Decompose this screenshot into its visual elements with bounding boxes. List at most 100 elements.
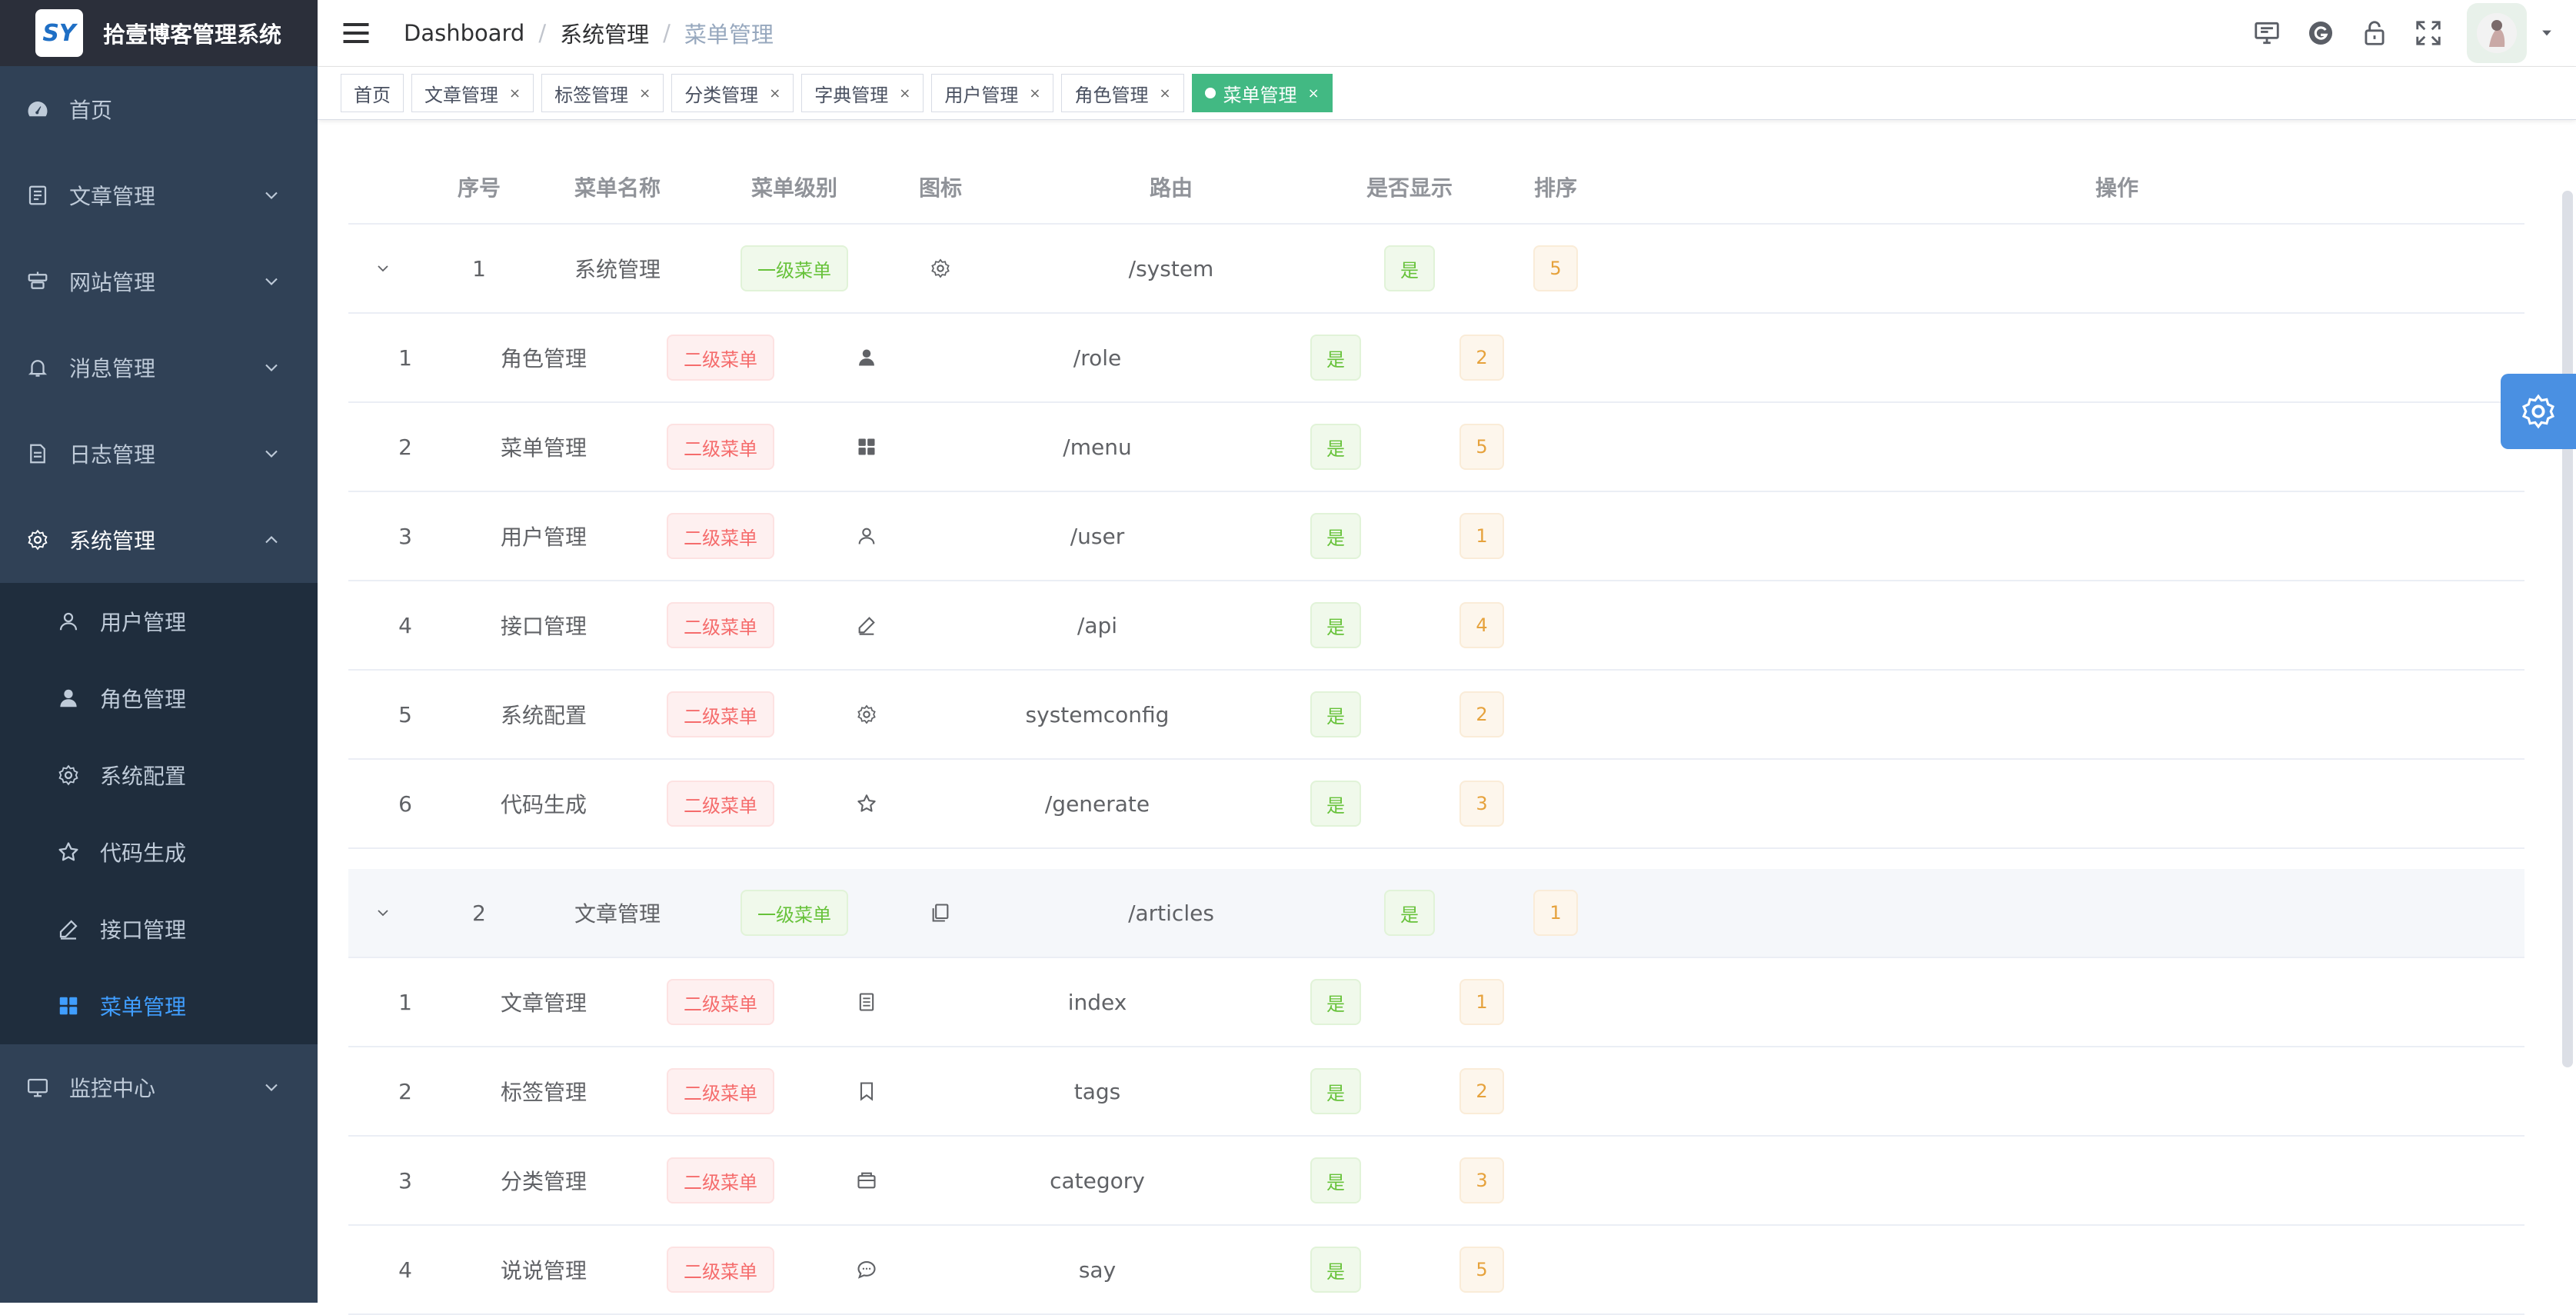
fullscreen-icon[interactable]: [2411, 16, 2445, 50]
table-row-parent[interactable]: 2 文章管理 一级菜单/articles 是 1: [348, 869, 2524, 958]
website-icon: [25, 268, 51, 295]
route: systemconfig: [1025, 701, 1170, 727]
sidebar-item-articles[interactable]: 文章管理: [0, 152, 318, 238]
tag-tags[interactable]: 标签管理 ×: [541, 74, 664, 112]
menu-table: 序号 菜单名称 菜单级别 图标 路由 是否显示 排序 操作 1 系统管理 一级菜单 /…: [348, 151, 2524, 1315]
breadcrumb-item[interactable]: Dashboard: [404, 20, 524, 46]
star-icon: [857, 794, 876, 812]
table-row[interactable]: 3 用户管理 二级菜单/user 是 1: [348, 492, 2524, 581]
tag-roles[interactable]: 角色管理 ×: [1061, 74, 1184, 112]
expand-toggle[interactable]: [364, 225, 402, 312]
sort-cell: 4: [1428, 581, 1536, 669]
sidebar-item-label: 监控中心: [69, 1076, 156, 1101]
table-row[interactable]: 5 系统配置 二级菜单 systemconfig 是 2: [348, 671, 2524, 760]
sidebar: SY 拾壹博客管理系统 首页 文章管理 网站管理 消息管理 日志管理 系统管理 …: [0, 0, 318, 1303]
lock-icon[interactable]: [2358, 16, 2391, 50]
column-header: 序号: [457, 175, 501, 201]
sidebar-item-website[interactable]: 网站管理: [0, 238, 318, 325]
level-badge: 二级菜单: [667, 1068, 774, 1114]
sidebar-item-home[interactable]: 首页: [0, 66, 318, 152]
show-cell: 是: [1259, 958, 1413, 1046]
level-badge: 二级菜单: [667, 1247, 774, 1293]
breadcrumb-current: 菜单管理: [684, 22, 774, 48]
sidebar-item-messages[interactable]: 消息管理: [0, 325, 318, 411]
sidebar-item-label: 系统管理: [69, 528, 156, 554]
scrollbar[interactable]: [2562, 191, 2573, 1067]
logo-icon: SY: [35, 9, 83, 57]
sidebar-item-logs[interactable]: 日志管理: [0, 411, 318, 497]
row-index: 4: [398, 1257, 412, 1283]
table-row-parent[interactable]: 1 系统管理 一级菜单/system 是 5: [348, 225, 2524, 314]
sidebar-item-label: 代码生成: [100, 841, 187, 866]
sidebar-item-label: 接口管理: [100, 917, 187, 943]
table-row[interactable]: 4 接口管理 二级菜单/api 是 4: [348, 581, 2524, 671]
github-icon[interactable]: [2304, 16, 2338, 50]
table-row[interactable]: 1 文章管理 二级菜单 index 是 1: [348, 958, 2524, 1047]
sidebar-item-config[interactable]: 系统配置: [0, 737, 318, 814]
tag-articles[interactable]: 文章管理 ×: [411, 74, 534, 112]
sidebar-item-menus[interactable]: 菜单管理: [0, 967, 318, 1044]
document-icon: [932, 904, 949, 922]
table-header: 序号 菜单名称 菜单级别 图标 路由 是否显示 排序 操作: [348, 151, 2524, 225]
settings-button[interactable]: [2501, 374, 2576, 449]
table-row[interactable]: 3 分类管理 二级菜单 category 是 3: [348, 1137, 2524, 1226]
row-index: 1: [472, 255, 486, 281]
show-cell: 是: [1259, 1047, 1413, 1135]
close-icon[interactable]: ×: [769, 85, 780, 102]
hamburger-icon[interactable]: [339, 16, 373, 50]
caret-down-icon[interactable]: [2539, 25, 2554, 41]
chevron-down-icon: [265, 1084, 278, 1091]
breadcrumb-item[interactable]: 系统管理: [560, 17, 649, 49]
sidebar-item-monitor[interactable]: 监控中心: [0, 1044, 318, 1130]
tag-category[interactable]: 分类管理 ×: [671, 74, 794, 112]
sidebar-item-label: 网站管理: [69, 270, 156, 295]
menu-name: 系统管理: [574, 257, 661, 282]
sidebar-item-label: 系统配置: [100, 764, 187, 789]
close-icon[interactable]: ×: [1029, 85, 1040, 102]
row-index: 2: [472, 900, 486, 926]
avatar[interactable]: [2467, 3, 2527, 63]
level-badge: 二级菜单: [667, 781, 774, 827]
icon-cell: [813, 492, 920, 580]
tag-home[interactable]: 首页: [341, 74, 404, 112]
table-row[interactable]: 6 代码生成 二级菜单/generate 是 3: [348, 760, 2524, 849]
route: /menu: [1063, 434, 1132, 460]
sidebar-item-users[interactable]: 用户管理: [0, 583, 318, 660]
table-row[interactable]: 4 说说管理 二级菜单 say 是 5: [348, 1226, 2524, 1315]
close-icon[interactable]: ×: [509, 85, 521, 102]
tag-dict[interactable]: 字典管理 ×: [801, 74, 924, 112]
chevron-down-icon: [265, 278, 278, 285]
row-index: 6: [398, 791, 412, 817]
menu-name: 菜单管理: [500, 435, 587, 461]
tag-users[interactable]: 用户管理 ×: [931, 74, 1054, 112]
level-cell: 二级菜单: [644, 1137, 797, 1224]
close-icon[interactable]: ×: [639, 85, 651, 102]
chat-icon: [857, 1261, 876, 1279]
table-row[interactable]: 1 角色管理 二级菜单/role 是 2: [348, 314, 2524, 403]
route: /user: [1070, 523, 1125, 549]
column-header: 是否显示: [1366, 175, 1453, 201]
sidebar-item-roles[interactable]: 角色管理: [0, 660, 318, 737]
close-icon[interactable]: ×: [1308, 85, 1320, 102]
sort-cell: 5: [1502, 225, 1609, 312]
route: /api: [1077, 612, 1118, 638]
show-cell: 是: [1259, 671, 1413, 758]
logo-bar[interactable]: SY 拾壹博客管理系统: [0, 0, 318, 66]
tag-menus[interactable]: 菜单管理 ×: [1191, 74, 1333, 112]
sidebar-item-api[interactable]: 接口管理: [0, 891, 318, 967]
row-index: 5: [398, 701, 412, 727]
expand-toggle[interactable]: [364, 869, 402, 957]
screen-icon[interactable]: [2250, 16, 2284, 50]
sidebar-item-codegen[interactable]: 代码生成: [0, 814, 318, 891]
grid-icon: [858, 438, 875, 455]
show-badge: 是: [1310, 424, 1361, 470]
sidebar-item-label: 消息管理: [69, 356, 156, 381]
menu-name: 角色管理: [500, 346, 587, 371]
table-row[interactable]: 2 菜单管理 二级菜单/menu 是 5: [348, 403, 2524, 492]
table-row[interactable]: 2 标签管理 二级菜单 tags 是 2: [348, 1047, 2524, 1137]
show-badge: 是: [1310, 979, 1361, 1025]
close-icon[interactable]: ×: [899, 85, 910, 102]
close-icon[interactable]: ×: [1159, 85, 1170, 102]
sidebar-item-system[interactable]: 系统管理: [0, 497, 318, 583]
level-cell: 二级菜单: [644, 581, 797, 669]
